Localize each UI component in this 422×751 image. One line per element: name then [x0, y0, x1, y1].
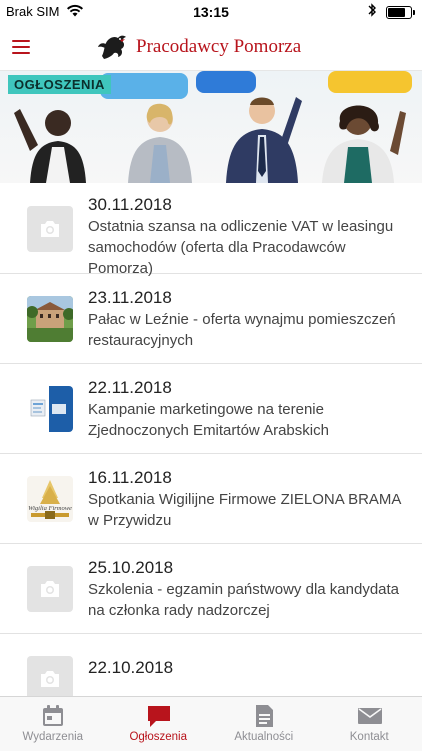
item-date: 30.11.2018	[88, 194, 408, 216]
item-thumbnail: Wigilia Firmowe	[27, 476, 73, 522]
item-date: 22.11.2018	[88, 377, 408, 399]
list-item[interactable]: 22.11.2018Kampanie marketingowe na teren…	[0, 364, 422, 454]
item-title: Szkolenia - egzamin państwowy dla kandyd…	[88, 579, 408, 621]
tab-ogloszenia[interactable]: Ogłoszenia	[106, 697, 212, 751]
list-item[interactable]: 30.11.2018Ostatnia szansa na odliczenie …	[0, 184, 422, 274]
list-item[interactable]: 25.10.2018Szkolenia - egzamin państwowy …	[0, 544, 422, 634]
tab-label: Aktualności	[211, 731, 317, 743]
camera-icon	[27, 206, 73, 252]
item-date: 16.11.2018	[88, 467, 408, 489]
item-title: Spotkania Wigilijne Firmowe ZIELONA BRAM…	[88, 489, 408, 531]
camera-icon	[27, 656, 73, 696]
person-illustration	[0, 71, 422, 183]
list-item[interactable]: 23.11.2018Pałac w Leźnie - oferta wynajm…	[0, 274, 422, 364]
list-item[interactable]: Wigilia Firmowe 16.11.2018Spotkania Wigil…	[0, 454, 422, 544]
item-date: 23.11.2018	[88, 287, 408, 309]
item-date: 25.10.2018	[88, 557, 408, 579]
camera-icon	[27, 566, 73, 612]
griffin-logo	[96, 30, 130, 64]
svg-text:Wigilia Firmowe: Wigilia Firmowe	[28, 505, 72, 512]
tab-label: Kontakt	[317, 731, 422, 743]
calendar-icon	[40, 704, 66, 728]
tab-kontakt[interactable]: Kontakt	[317, 697, 422, 751]
envelope-icon	[357, 704, 383, 728]
bluetooth-icon	[368, 2, 377, 21]
tab-bar: Wydarzenia Ogłoszenia Aktualności Kontak…	[0, 696, 422, 751]
document-icon	[251, 704, 277, 728]
tab-label: Wydarzenia	[0, 731, 106, 743]
item-title: Kampanie marketingowe na terenie Zjednoc…	[88, 399, 408, 441]
brand-name: Pracodawcy Pomorza	[136, 36, 301, 58]
tab-wydarzenia[interactable]: Wydarzenia	[0, 697, 106, 751]
list-item[interactable]: 22.10.2018	[0, 634, 422, 696]
tab-label: Ogłoszenia	[106, 731, 212, 743]
section-banner: OGŁOSZENIA	[0, 71, 422, 183]
tab-aktualnosci[interactable]: Aktualności	[211, 697, 317, 751]
menu-icon[interactable]	[12, 40, 30, 54]
item-date: 22.10.2018	[88, 657, 408, 679]
clock: 13:15	[0, 4, 422, 20]
battery-icon	[386, 6, 412, 19]
announcements-list[interactable]: 30.11.2018Ostatnia szansa na odliczenie …	[0, 184, 422, 696]
item-thumbnail	[27, 296, 73, 342]
chat-bubble-icon	[146, 704, 172, 728]
item-title: Pałac w Leźnie - oferta wynajmu pomieszc…	[88, 309, 408, 351]
item-title: Ostatnia szansa na odliczenie VAT w leas…	[88, 216, 408, 279]
item-thumbnail	[27, 386, 73, 432]
app-header: Pracodawcy Pomorza	[0, 24, 422, 71]
status-bar: Brak SIM 13:15	[0, 0, 422, 24]
